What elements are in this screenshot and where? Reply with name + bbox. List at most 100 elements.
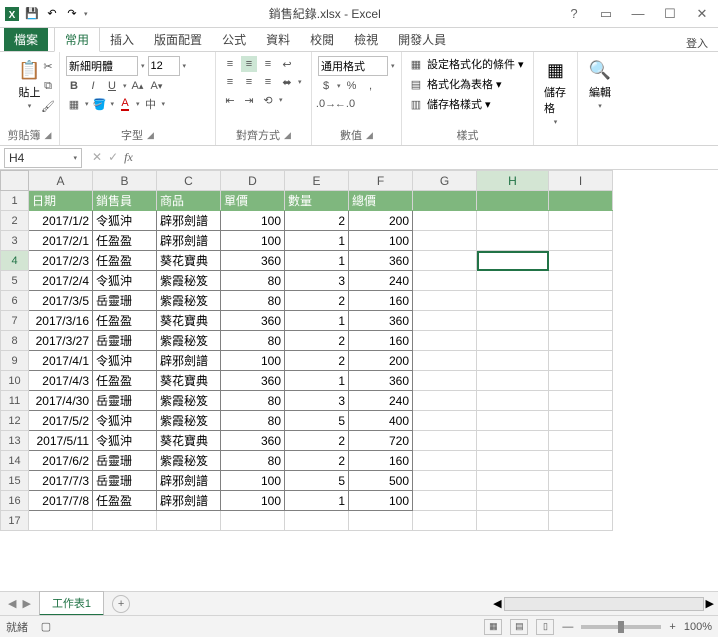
cell-B14[interactable]: 岳靈珊 (93, 451, 157, 471)
cell-I16[interactable] (549, 491, 613, 511)
cell-I11[interactable] (549, 391, 613, 411)
cell-F3[interactable]: 100 (349, 231, 413, 251)
cell-E8[interactable]: 2 (285, 331, 349, 351)
cell-E13[interactable]: 2 (285, 431, 349, 451)
spreadsheet-grid[interactable]: ABCDEFGHI1日期銷售員商品單價數量總價22017/1/2令狐沖辟邪劍譜1… (0, 170, 718, 591)
cell-E5[interactable]: 3 (285, 271, 349, 291)
phonetic-button[interactable]: 中 (143, 96, 159, 112)
cell-G7[interactable] (413, 311, 477, 331)
cell-A5[interactable]: 2017/2/4 (29, 271, 93, 291)
zoom-in-button[interactable]: + (669, 621, 675, 633)
cell-G5[interactable] (413, 271, 477, 291)
cell-E14[interactable]: 2 (285, 451, 349, 471)
row-header-5[interactable]: 5 (1, 271, 29, 291)
cell-G16[interactable] (413, 491, 477, 511)
comma-button[interactable]: , (363, 78, 379, 94)
close-button[interactable]: ✕ (690, 6, 714, 22)
cell-E7[interactable]: 1 (285, 311, 349, 331)
row-header-10[interactable]: 10 (1, 371, 29, 391)
cell-E17[interactable] (285, 511, 349, 531)
cell-C10[interactable]: 葵花寶典 (157, 371, 221, 391)
percent-button[interactable]: % (344, 78, 360, 94)
format-painter-icon[interactable]: 🖌 (40, 98, 56, 114)
redo-icon[interactable]: ↷ (64, 6, 80, 22)
row-header-1[interactable]: 1 (1, 191, 29, 211)
wrap-text-button[interactable]: ↩ (279, 56, 295, 72)
cell-H11[interactable] (477, 391, 549, 411)
cell-I14[interactable] (549, 451, 613, 471)
cell-C8[interactable]: 紫霞秘笈 (157, 331, 221, 351)
cell-H12[interactable] (477, 411, 549, 431)
cell-G9[interactable] (413, 351, 477, 371)
view-pagelayout-button[interactable]: ▤ (510, 619, 528, 635)
select-all-corner[interactable] (1, 171, 29, 191)
increase-decimal-button[interactable]: .0→ (318, 96, 334, 112)
cell-B6[interactable]: 岳靈珊 (93, 291, 157, 311)
row-header-3[interactable]: 3 (1, 231, 29, 251)
column-header-B[interactable]: B (93, 171, 157, 191)
cell-H4[interactable] (477, 251, 549, 271)
cell-C4[interactable]: 葵花寶典 (157, 251, 221, 271)
cell-D12[interactable]: 80 (221, 411, 285, 431)
cell-F1[interactable]: 總價 (349, 191, 413, 211)
cell-G10[interactable] (413, 371, 477, 391)
font-color-button[interactable]: A (117, 96, 133, 112)
column-header-C[interactable]: C (157, 171, 221, 191)
cell-E10[interactable]: 1 (285, 371, 349, 391)
orientation-button[interactable]: ⟲ (260, 92, 276, 108)
row-header-4[interactable]: 4 (1, 251, 29, 271)
cell-A2[interactable]: 2017/1/2 (29, 211, 93, 231)
conditional-formatting-button[interactable]: ▦設定格式化的條件▾ (408, 56, 527, 72)
scroll-right-icon[interactable]: ▶ (706, 597, 714, 610)
column-header-D[interactable]: D (221, 171, 285, 191)
cell-G1[interactable] (413, 191, 477, 211)
increase-indent-button[interactable]: ⇥ (241, 92, 257, 108)
sheet-nav-next-icon[interactable]: ▶ (22, 597, 30, 610)
cell-F14[interactable]: 160 (349, 451, 413, 471)
signin-link[interactable]: 登入 (686, 35, 714, 51)
cell-A9[interactable]: 2017/4/1 (29, 351, 93, 371)
cell-H15[interactable] (477, 471, 549, 491)
cell-F4[interactable]: 360 (349, 251, 413, 271)
cell-D3[interactable]: 100 (221, 231, 285, 251)
cell-A17[interactable] (29, 511, 93, 531)
cell-B13[interactable]: 令狐沖 (93, 431, 157, 451)
cell-B2[interactable]: 令狐沖 (93, 211, 157, 231)
undo-icon[interactable]: ↶ (44, 6, 60, 22)
align-middle-button[interactable]: ≡ (241, 56, 257, 72)
cell-B7[interactable]: 任盈盈 (93, 311, 157, 331)
tab-insert[interactable]: 插入 (100, 28, 144, 51)
cell-D13[interactable]: 360 (221, 431, 285, 451)
cell-H7[interactable] (477, 311, 549, 331)
cell-I10[interactable] (549, 371, 613, 391)
cell-D17[interactable] (221, 511, 285, 531)
tab-review[interactable]: 校閱 (300, 28, 344, 51)
cell-D10[interactable]: 360 (221, 371, 285, 391)
cell-I4[interactable] (549, 251, 613, 271)
tab-formulas[interactable]: 公式 (212, 28, 256, 51)
minimize-button[interactable]: — (626, 6, 650, 22)
cell-D5[interactable]: 80 (221, 271, 285, 291)
cell-I7[interactable] (549, 311, 613, 331)
cell-H10[interactable] (477, 371, 549, 391)
cell-D4[interactable]: 360 (221, 251, 285, 271)
cell-A12[interactable]: 2017/5/2 (29, 411, 93, 431)
cell-A14[interactable]: 2017/6/2 (29, 451, 93, 471)
decrease-indent-button[interactable]: ⇤ (222, 92, 238, 108)
cell-E4[interactable]: 1 (285, 251, 349, 271)
font-size-input[interactable] (148, 56, 180, 76)
add-sheet-button[interactable]: + (112, 595, 130, 613)
cell-A1[interactable]: 日期 (29, 191, 93, 211)
cell-B4[interactable]: 任盈盈 (93, 251, 157, 271)
cell-I5[interactable] (549, 271, 613, 291)
grow-font-button[interactable]: A▴ (130, 78, 146, 94)
format-as-table-button[interactable]: ▤格式化為表格▾ (408, 76, 527, 92)
row-header-17[interactable]: 17 (1, 511, 29, 531)
formula-input[interactable] (139, 148, 718, 168)
cell-A10[interactable]: 2017/4/3 (29, 371, 93, 391)
cell-H17[interactable] (477, 511, 549, 531)
cell-H9[interactable] (477, 351, 549, 371)
cell-B17[interactable] (93, 511, 157, 531)
italic-button[interactable]: I (85, 78, 101, 94)
cell-F5[interactable]: 240 (349, 271, 413, 291)
